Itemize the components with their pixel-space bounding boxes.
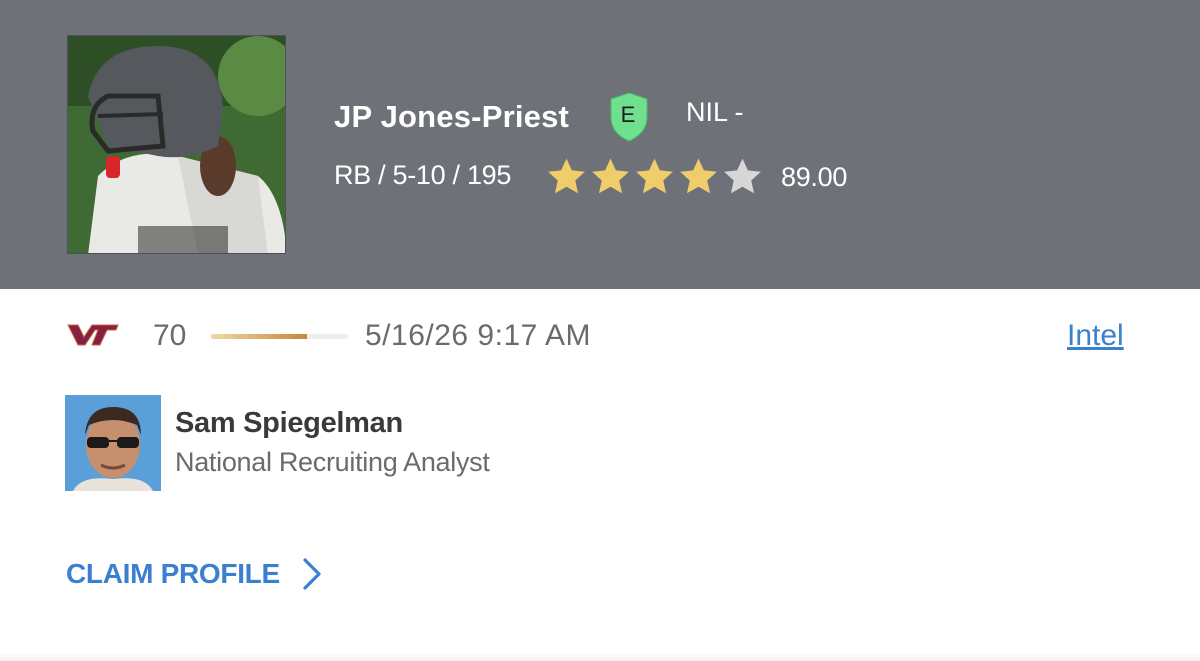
star-rating [545, 156, 764, 200]
player-header: JP Jones-Priest E NIL - RB / 5-10 / 195 … [0, 0, 1200, 289]
eval-badge: E [607, 91, 651, 143]
analyst-title: National Recruiting Analyst [175, 447, 490, 477]
claim-profile-button[interactable]: CLAIM PROFILE [66, 557, 322, 591]
star-icon-filled [548, 158, 585, 194]
analyst-name[interactable]: Sam Spiegelman [175, 407, 403, 440]
bottom-divider [0, 652, 1200, 661]
claim-profile-label: CLAIM PROFILE [66, 558, 280, 589]
star-icon-empty [724, 158, 761, 194]
star-icon-filled [592, 158, 629, 194]
prediction-timestamp: 5/16/26 9:17 AM [365, 319, 591, 352]
analyst-avatar[interactable] [65, 395, 161, 491]
intel-link[interactable]: Intel [1067, 319, 1124, 353]
prediction-row: 70 5/16/26 9:17 AM Intel [0, 310, 1200, 365]
star-icon-filled [680, 158, 717, 194]
prediction-confidence: 70 [153, 319, 187, 352]
eval-badge-letter: E [620, 102, 636, 127]
nil-value: NIL - [686, 97, 744, 127]
star-icon-filled [636, 158, 673, 194]
player-photo[interactable] [67, 35, 286, 254]
chevron-right-icon [303, 558, 321, 590]
player-rating: 89.00 [781, 162, 848, 192]
vt-logo-icon[interactable] [66, 323, 120, 347]
player-bio: RB / 5-10 / 195 [334, 160, 512, 190]
confidence-bar-fill [211, 334, 307, 339]
confidence-bar [211, 334, 348, 339]
player-name[interactable]: JP Jones-Priest [334, 99, 569, 135]
